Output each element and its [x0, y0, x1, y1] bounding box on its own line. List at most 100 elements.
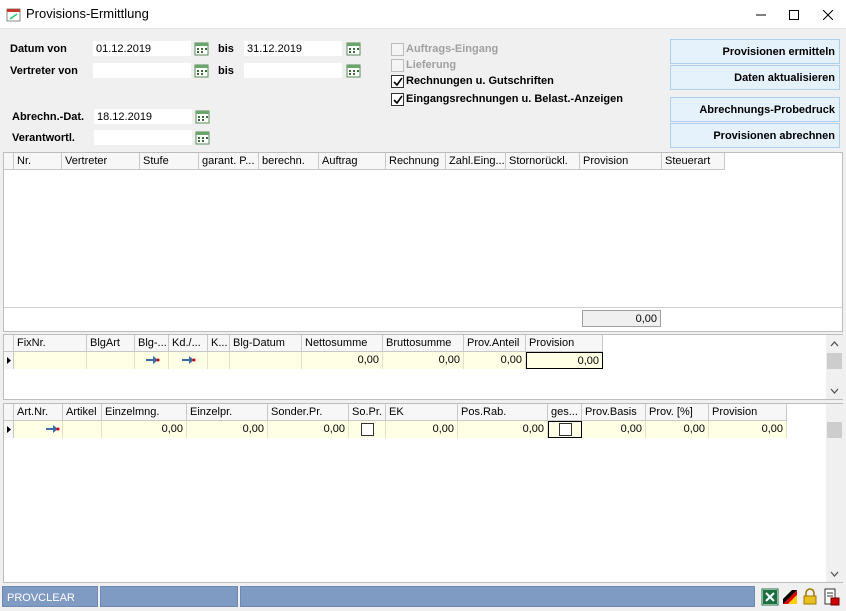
column-header-art-nr[interactable]: Art.Nr.: [14, 404, 63, 421]
scroll-thumb[interactable]: [827, 422, 842, 438]
einzelmng-cell[interactable]: 0,00: [102, 421, 187, 438]
column-header-blgart[interactable]: BlgArt: [87, 335, 135, 352]
column-header-prov-anteil[interactable]: Prov.Anteil: [464, 335, 526, 352]
abrechn-dat-field[interactable]: 18.12.2019: [93, 108, 193, 125]
calendar-icon[interactable]: [346, 41, 362, 57]
provision-cell[interactable]: 0,00: [526, 352, 603, 369]
column-header-berechn[interactable]: berechn.: [259, 153, 319, 170]
column-header-ek[interactable]: EK: [386, 404, 458, 421]
eingangsrechnungen-checkbox[interactable]: [391, 93, 404, 106]
prov-anteil-cell[interactable]: 0,00: [464, 352, 526, 369]
column-header-rechnung[interactable]: Rechnung: [386, 153, 446, 170]
lock-icon[interactable]: [801, 588, 819, 606]
bruttosumme-cell[interactable]: 0,00: [383, 352, 464, 369]
lookup-icon[interactable]: [194, 63, 210, 79]
window-title: Provisions-Ermittlung: [26, 6, 149, 21]
auftrags-eingang-checkbox[interactable]: [391, 43, 404, 56]
verantwortl-field[interactable]: [93, 129, 193, 146]
prov-basis-cell[interactable]: 0,00: [582, 421, 646, 438]
jump-arrow-icon[interactable]: [180, 353, 196, 367]
column-header-sonder-pr[interactable]: Sonder.Pr.: [268, 404, 349, 421]
maximize-button[interactable]: [777, 0, 811, 29]
datum-von-field[interactable]: 01.12.2019: [92, 40, 192, 57]
prov-pct-cell[interactable]: 0,00: [646, 421, 709, 438]
column-header-auftrag[interactable]: Auftrag: [319, 153, 386, 170]
column-header-k[interactable]: K...: [208, 335, 230, 352]
daten-aktualisieren-button[interactable]: Daten aktualisieren: [670, 65, 840, 90]
provision-cell[interactable]: 0,00: [709, 421, 787, 438]
jump-arrow-icon[interactable]: [144, 353, 160, 367]
column-header-ges[interactable]: ges...: [548, 404, 582, 421]
column-header-kd[interactable]: Kd./...: [169, 335, 208, 352]
scroll-thumb[interactable]: [827, 353, 842, 369]
ges-cell[interactable]: [548, 421, 582, 438]
nettosumme-cell[interactable]: 0,00: [302, 352, 383, 369]
scroll-up-arrow[interactable]: [826, 335, 843, 352]
ek-cell[interactable]: 0,00: [386, 421, 458, 438]
blg-datum-cell[interactable]: [230, 352, 302, 369]
provisionen-abrechnen-button[interactable]: Provisionen abrechnen: [670, 123, 840, 148]
column-header-prov-pct[interactable]: Prov. [%]: [646, 404, 709, 421]
column-header-steuerart[interactable]: Steuerart: [662, 153, 725, 170]
artikel-grid-scrollbar[interactable]: [826, 404, 843, 582]
fixnr-cell[interactable]: [14, 352, 87, 369]
column-header-zahl-eing[interactable]: Zahl.Eing...: [446, 153, 506, 170]
column-header-blg[interactable]: Blg-...: [135, 335, 169, 352]
ges-checkbox[interactable]: [558, 423, 572, 436]
rechnungen-checkbox[interactable]: [391, 75, 404, 88]
checkmark-icon: [392, 95, 403, 104]
column-header-garant[interactable]: garant. P...: [199, 153, 259, 170]
artikel-cell[interactable]: [63, 421, 102, 438]
column-header-nr[interactable]: Nr.: [14, 153, 62, 170]
column-header-bruttosumme[interactable]: Bruttosumme: [383, 335, 464, 352]
jump-arrow-icon[interactable]: [44, 422, 60, 436]
column-header-einzelmng[interactable]: Einzelmng.: [102, 404, 187, 421]
vertreter-von-field[interactable]: [92, 62, 192, 79]
column-header-fixnr[interactable]: FixNr.: [14, 335, 87, 352]
bis-label: bis: [218, 65, 234, 77]
so-pr-cell[interactable]: [349, 421, 386, 438]
abrechnungs-probedruck-button[interactable]: Abrechnungs-Probedruck: [670, 97, 840, 122]
sonder-pr-cell[interactable]: 0,00: [268, 421, 349, 438]
column-header-einzelpr[interactable]: Einzelpr.: [187, 404, 268, 421]
column-header-prov-basis[interactable]: Prov.Basis: [582, 404, 646, 421]
einzelpr-cell[interactable]: 0,00: [187, 421, 268, 438]
kd-link-cell[interactable]: [169, 352, 208, 369]
column-header-stufe[interactable]: Stufe: [140, 153, 199, 170]
scroll-down-arrow[interactable]: [826, 565, 843, 582]
art-nr-cell[interactable]: [14, 421, 63, 438]
blgart-cell[interactable]: [87, 352, 135, 369]
column-header-provision[interactable]: Provision: [580, 153, 662, 170]
blg-link-cell[interactable]: [135, 352, 169, 369]
provision-summary-grid[interactable]: [3, 152, 843, 332]
vertreter-bis-field[interactable]: [243, 62, 343, 79]
column-header-provision[interactable]: Provision: [526, 335, 603, 352]
pos-rab-cell[interactable]: 0,00: [458, 421, 548, 438]
column-header-pos-rab[interactable]: Pos.Rab.: [458, 404, 548, 421]
column-header-nettosumme[interactable]: Nettosumme: [302, 335, 383, 352]
column-header-provision[interactable]: Provision: [709, 404, 787, 421]
provisionen-ermitteln-button[interactable]: Provisionen ermitteln: [670, 39, 840, 64]
lieferung-checkbox[interactable]: [391, 59, 404, 72]
column-header-artikel[interactable]: Artikel: [63, 404, 102, 421]
column-header-so-pr[interactable]: So.Pr.: [349, 404, 386, 421]
abrechn-dat-label: Abrechn.-Dat.: [12, 111, 85, 123]
print-settings-icon[interactable]: [822, 588, 840, 606]
column-header-stornoruekl[interactable]: Stornorückl.: [506, 153, 580, 170]
calendar-icon[interactable]: [195, 109, 211, 125]
k-cell[interactable]: [208, 352, 230, 369]
lookup-icon[interactable]: [195, 130, 211, 146]
german-flag-icon[interactable]: [781, 588, 799, 606]
scroll-down-arrow[interactable]: [826, 382, 843, 399]
lookup-icon[interactable]: [346, 63, 362, 79]
column-header-vertreter[interactable]: Vertreter: [62, 153, 140, 170]
row-indicator: [4, 352, 14, 369]
datum-bis-field[interactable]: 31.12.2019: [243, 40, 343, 57]
minimize-button[interactable]: [744, 0, 778, 29]
beleg-grid-scrollbar[interactable]: [826, 335, 843, 399]
calendar-icon[interactable]: [194, 41, 210, 57]
excel-export-icon[interactable]: [761, 588, 779, 606]
close-button[interactable]: [811, 0, 845, 29]
so-pr-checkbox[interactable]: [360, 423, 374, 436]
column-header-blg-datum[interactable]: Blg-Datum: [230, 335, 302, 352]
